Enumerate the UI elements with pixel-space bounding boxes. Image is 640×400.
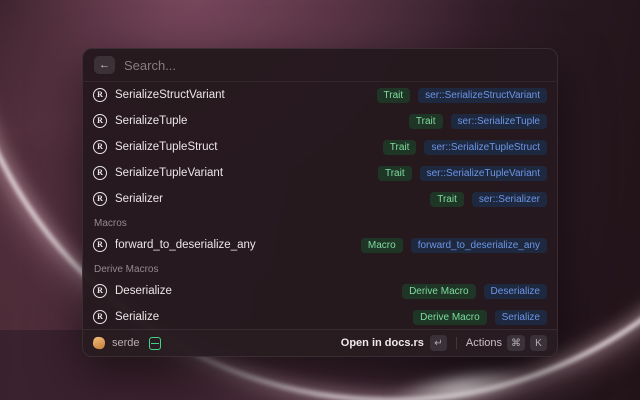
search-input[interactable] — [124, 58, 546, 73]
rust-logo-icon: R — [93, 166, 107, 180]
result-title: Serialize — [115, 311, 159, 323]
path-badge: ser::SerializeTuple — [451, 114, 547, 129]
actions-label: Actions — [466, 337, 502, 349]
rust-logo-icon: R — [93, 238, 107, 252]
search-window: ← R SerializeStructVariant Trait ser::Se… — [82, 48, 558, 357]
search-bar: ← — [83, 49, 557, 82]
footer-bar: serde Open in docs.rs ↵ Actions ⌘ K — [83, 329, 557, 356]
result-row[interactable]: R SerializeTuple Trait ser::SerializeTup… — [83, 108, 557, 134]
cmd-key-badge: ⌘ — [507, 335, 525, 351]
docs-book-icon — [149, 337, 161, 350]
enter-key-badge: ↵ — [430, 335, 447, 351]
kind-badge: Trait — [430, 192, 464, 207]
kind-badge: Derive Macro — [413, 310, 486, 325]
result-row[interactable]: R Serializer Trait ser::Serializer — [83, 186, 557, 212]
path-badge: ser::SerializeTupleVariant — [420, 166, 547, 181]
section-header: Derive Macros — [83, 258, 557, 278]
result-row[interactable]: R SerializeStructVariant Trait ser::Seri… — [83, 82, 557, 108]
actions-button[interactable]: Actions ⌘ K — [466, 335, 547, 351]
result-row[interactable]: R Deserialize Derive Macro Deserialize — [83, 278, 557, 304]
result-row[interactable]: R Serialize Derive Macro Serialize — [83, 304, 557, 329]
kind-badge: Trait — [409, 114, 443, 129]
results-list: R SerializeStructVariant Trait ser::Seri… — [83, 82, 557, 329]
path-badge: ser::SerializeTupleStruct — [424, 140, 547, 155]
section-header: Macros — [83, 212, 557, 232]
crate-name: serde — [112, 337, 140, 349]
result-title: SerializeStructVariant — [115, 89, 225, 101]
kind-badge: Trait — [377, 88, 411, 103]
path-badge: Serialize — [495, 310, 547, 325]
path-badge: ser::SerializeStructVariant — [418, 88, 547, 103]
open-in-docs-button[interactable]: Open in docs.rs ↵ — [341, 335, 447, 351]
path-badge: ser::Serializer — [472, 192, 547, 207]
kind-badge: Derive Macro — [402, 284, 475, 299]
kind-badge: Macro — [361, 238, 403, 253]
rust-logo-icon: R — [93, 88, 107, 102]
result-title: forward_to_deserialize_any — [115, 239, 256, 251]
result-title: SerializeTuple — [115, 115, 187, 127]
rust-logo-icon: R — [93, 140, 107, 154]
result-title: SerializeTupleStruct — [115, 141, 217, 153]
back-arrow-icon: ← — [99, 60, 110, 71]
kind-badge: Trait — [378, 166, 412, 181]
result-title: SerializeTupleVariant — [115, 167, 223, 179]
rust-logo-icon: R — [93, 114, 107, 128]
kind-badge: Trait — [383, 140, 417, 155]
path-badge: forward_to_deserialize_any — [411, 238, 547, 253]
result-row[interactable]: R forward_to_deserialize_any Macro forwa… — [83, 232, 557, 258]
back-button[interactable]: ← — [94, 56, 115, 74]
rust-logo-icon: R — [93, 284, 107, 298]
result-row[interactable]: R SerializeTupleVariant Trait ser::Seria… — [83, 160, 557, 186]
serde-crate-icon — [92, 336, 106, 350]
result-title: Serializer — [115, 193, 163, 205]
rust-logo-icon: R — [93, 192, 107, 206]
result-row[interactable]: R SerializeTupleStruct Trait ser::Serial… — [83, 134, 557, 160]
footer-divider — [456, 337, 457, 349]
rust-logo-icon: R — [93, 310, 107, 324]
result-title: Deserialize — [115, 285, 172, 297]
open-in-docs-label: Open in docs.rs — [341, 337, 424, 349]
path-badge: Deserialize — [484, 284, 547, 299]
k-key-badge: K — [530, 335, 547, 351]
